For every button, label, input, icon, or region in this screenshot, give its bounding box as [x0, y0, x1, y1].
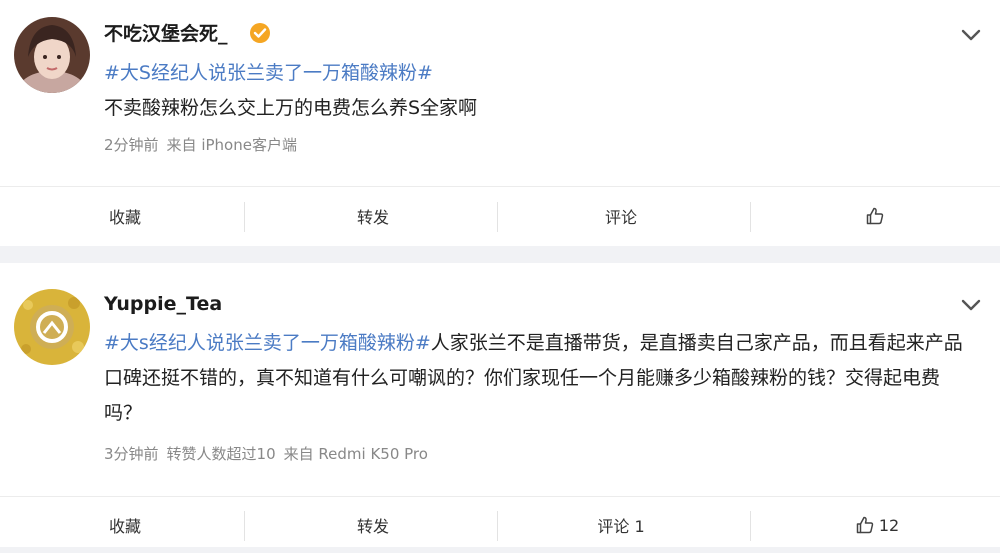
- post-text: 不卖酸辣粉怎么交上万的电费怎么养S全家啊: [104, 97, 478, 119]
- post-meta: 3分钟前 转赞人数超过10 来自 Redmi K50 Pro: [104, 443, 436, 464]
- separator: [750, 511, 751, 541]
- post-card: Yuppie_Tea #大s经纪人说张兰卖了一万箱酸辣粉#人家张兰不是直播带货，…: [0, 263, 1000, 547]
- like-button[interactable]: 12: [752, 497, 1000, 553]
- username[interactable]: Yuppie_Tea: [104, 293, 222, 315]
- action-bar: 收藏 转发 评论: [0, 188, 1000, 244]
- avatar[interactable]: [14, 17, 90, 93]
- comment-button[interactable]: 评论 1: [496, 497, 746, 553]
- repost-label: 转发: [356, 208, 389, 227]
- forward-stat: 转赞人数超过10: [166, 445, 276, 463]
- post-time[interactable]: 3分钟前: [104, 445, 159, 463]
- post-meta: 2分钟前 来自 iPhone客户端: [104, 134, 305, 155]
- thumbs-up-icon: [866, 207, 884, 225]
- comment-label: 评论 1: [597, 517, 645, 536]
- post-content: #大s经纪人说张兰卖了一万箱酸辣粉#人家张兰不是直播带货，是直播卖自己家产品，而…: [104, 326, 964, 431]
- chevron-down-icon[interactable]: [960, 27, 982, 41]
- repost-button[interactable]: 转发: [248, 497, 498, 553]
- avatar[interactable]: [14, 289, 90, 365]
- post-source: 来自 Redmi K50 Pro: [283, 445, 428, 463]
- post-content: #大S经纪人说张兰卖了一万箱酸辣粉# 不卖酸辣粉怎么交上万的电费怎么养S全家啊: [104, 56, 964, 126]
- username[interactable]: 不吃汉堡会死_: [104, 19, 228, 46]
- thumbs-up-icon: [856, 516, 874, 534]
- like-button[interactable]: [752, 188, 1000, 244]
- separator: [244, 202, 245, 232]
- comment-label: 评论: [604, 208, 637, 227]
- post-time[interactable]: 2分钟前: [104, 136, 159, 154]
- like-count: 12: [878, 515, 900, 535]
- post-card: 不吃汉堡会死_ #大S经纪人说张兰卖了一万箱酸辣粉# 不卖酸辣粉怎么交上万的电费…: [0, 0, 1000, 246]
- hashtag-link[interactable]: #大S经纪人说张兰卖了一万箱酸辣粉#: [104, 62, 433, 84]
- chevron-down-icon[interactable]: [960, 297, 982, 311]
- collect-label: 收藏: [108, 517, 141, 536]
- verified-badge-icon: [249, 22, 271, 44]
- action-bar: 收藏 转发 评论 1 12: [0, 497, 1000, 553]
- comment-button[interactable]: 评论: [496, 188, 746, 244]
- repost-button[interactable]: 转发: [248, 188, 498, 244]
- separator: [750, 202, 751, 232]
- separator: [244, 511, 245, 541]
- collect-button[interactable]: 收藏: [0, 497, 250, 553]
- divider: [0, 186, 1000, 187]
- repost-label: 转发: [356, 517, 389, 536]
- collect-button[interactable]: 收藏: [0, 188, 250, 244]
- post-source: 来自 iPhone客户端: [166, 136, 297, 154]
- collect-label: 收藏: [108, 208, 141, 227]
- hashtag-link[interactable]: #大s经纪人说张兰卖了一万箱酸辣粉#: [104, 332, 431, 354]
